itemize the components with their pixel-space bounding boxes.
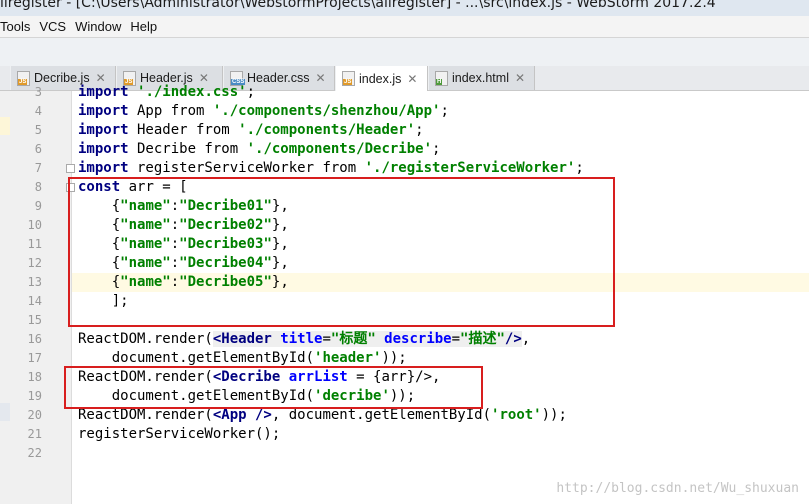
line-number: 18 [27, 370, 42, 384]
tab-label: index.js [359, 71, 402, 86]
code-text: ; [440, 103, 449, 119]
keyword: import [78, 141, 129, 157]
menu-help[interactable]: Help [130, 19, 166, 34]
keyword: import [78, 122, 129, 138]
string-literal: './components/Header' [238, 122, 416, 138]
toolbar-area [0, 38, 809, 66]
change-marker [0, 117, 10, 135]
code-text: ; [415, 122, 424, 138]
window-title-bar: llregister - [C:\Users\Administrator\Web… [0, 0, 809, 16]
keyword: import [78, 84, 129, 100]
line-number: 10 [27, 218, 42, 232]
line-number: 19 [27, 389, 42, 403]
string-literal: './index.css' [137, 84, 247, 100]
code-text: ReactDOM.render( [78, 407, 213, 423]
watermark: http://blog.csdn.net/Wu_shuxuan [556, 481, 799, 496]
string-literal: './components/shenzhou/App' [212, 103, 441, 119]
line-number: 21 [27, 427, 42, 441]
string-literal: "标题" [330, 331, 376, 347]
keyword: import [78, 160, 129, 176]
file-type-badge: H [436, 78, 443, 85]
annotation-box-decribe-render [64, 366, 483, 409]
line-number: 9 [34, 199, 42, 213]
line-number-gutter: 3 4 5 6 7 8 9 10 11 12 13 14 15 16 17 18… [10, 85, 75, 504]
change-marker [0, 403, 10, 421]
menu-vcs[interactable]: VCS [39, 19, 75, 34]
code-text: ReactDOM.render( [78, 331, 213, 347]
line-number: 13 [27, 275, 42, 289]
annotation-box-array [68, 177, 615, 327]
tab-index-js[interactable]: JS index.js ✕ [335, 66, 428, 91]
code-line-16: ReactDOM.render(<Header title="标题" descr… [78, 330, 530, 349]
line-number: 4 [34, 104, 42, 118]
code-line-6: import Decribe from './components/Decrib… [78, 140, 440, 159]
string-literal: './components/Decribe' [246, 141, 433, 157]
string-literal: 'header' [314, 350, 382, 366]
menu-bar: Tools VCS Window Help [0, 16, 809, 38]
string-literal: './registerServiceWorker' [364, 160, 576, 176]
code-line-4: import App from './components/shenzhou/A… [78, 102, 449, 121]
code-text: )); [381, 350, 407, 366]
line-number: 17 [27, 351, 42, 365]
tab-index-html[interactable]: H index.html ✕ [428, 66, 535, 90]
js-file-icon: JS [342, 71, 355, 86]
window-title: llregister - [C:\Users\Administrator\Web… [0, 0, 716, 11]
jsx-tag: /> [246, 407, 272, 423]
code-text: ; [432, 141, 441, 157]
jsx-tag: <App [212, 407, 247, 423]
code-line-7: import registerServiceWorker from './reg… [78, 159, 584, 178]
code-text: document.getElementById( [78, 350, 315, 366]
code-text: , document.getElementById( [271, 407, 492, 423]
code-text: Decribe from [128, 141, 247, 157]
string-literal: "描述" [460, 331, 505, 347]
line-number: 22 [27, 446, 42, 460]
code-text: ; [575, 160, 584, 176]
line-number: 14 [27, 294, 42, 308]
left-tool-strip [0, 91, 10, 504]
line-number: 8 [34, 180, 42, 194]
code-text: registerServiceWorker from [128, 160, 365, 176]
line-number: 16 [27, 332, 42, 346]
code-line-21: registerServiceWorker(); [78, 426, 281, 442]
code-text: , [521, 331, 531, 347]
close-icon[interactable]: ✕ [515, 71, 525, 85]
html-file-icon: H [435, 70, 448, 86]
line-number: 3 [34, 85, 42, 99]
code-text: = [322, 331, 331, 347]
file-type-badge: JS [343, 79, 353, 85]
line-number: 12 [27, 256, 42, 270]
code-text: Header from [128, 122, 239, 138]
close-icon[interactable]: ✕ [316, 71, 326, 85]
close-icon[interactable]: ✕ [407, 72, 417, 86]
line-number: 15 [27, 313, 42, 327]
tab-label: index.html [452, 71, 509, 85]
menu-window[interactable]: Window [75, 19, 130, 34]
line-number: 5 [34, 123, 42, 137]
menu-tools[interactable]: Tools [0, 19, 39, 34]
tab-label: Header.css [247, 71, 310, 85]
code-line-3: import './index.css'; [78, 83, 255, 102]
code-text: App from [128, 103, 213, 119]
jsx-tag: <Header [212, 331, 272, 347]
line-number: 6 [34, 142, 42, 156]
jsx-attribute: describe [375, 331, 452, 347]
code-text: = [451, 331, 461, 347]
code-text: )); [541, 407, 567, 423]
jsx-tag: /> [504, 331, 522, 347]
code-editor[interactable]: 3 4 5 6 7 8 9 10 11 12 13 14 15 16 17 18… [0, 84, 809, 504]
string-literal: 'root' [491, 407, 542, 423]
jsx-attribute: title [271, 331, 323, 347]
fold-toggle-icon[interactable] [66, 164, 75, 173]
line-number: 20 [27, 408, 42, 422]
line-number: 7 [34, 161, 42, 175]
code-text: ; [246, 84, 256, 100]
code-line-5: import Header from './components/Header'… [78, 121, 424, 140]
line-number: 11 [27, 237, 42, 251]
keyword: import [78, 103, 129, 119]
